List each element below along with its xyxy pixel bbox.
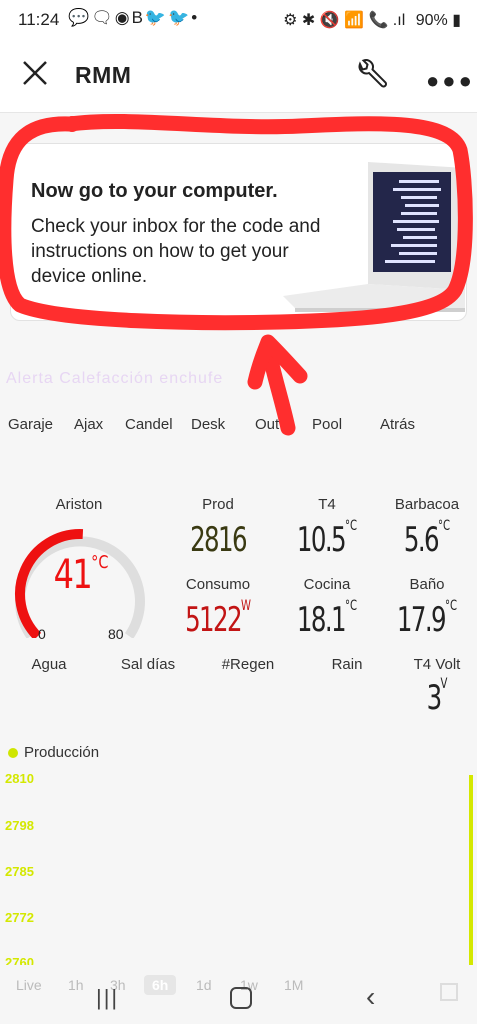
tab-ajax[interactable]: Ajax (74, 416, 103, 433)
tab-garaje[interactable]: Garaje (8, 416, 53, 433)
tile-sal-dias-label[interactable]: Sal días (93, 656, 203, 673)
status-time: 11:24 (18, 10, 60, 29)
tile-bano-value[interactable]: 17.9°C (383, 598, 471, 640)
system-status: ⚙ ✱ 🔇 📶 📞 .ıl 90% ▮ (283, 10, 461, 30)
y-tick-label: 2785 (5, 864, 34, 879)
tile-agua-label[interactable]: Agua (0, 656, 104, 673)
gauge-label: Ariston (55, 496, 103, 513)
gauge-value: 41°C (53, 552, 109, 598)
tile-t4-value[interactable]: 10.5°C (283, 518, 371, 560)
rotate-icon[interactable] (440, 983, 458, 1001)
close-icon[interactable] (20, 58, 50, 88)
tile-prod-label: Prod (202, 496, 234, 513)
tile-bano-label: Baño (409, 576, 445, 593)
onboarding-card: Now go to your computer. Check your inbo… (10, 143, 467, 321)
back-icon[interactable]: ‹ (366, 981, 375, 1013)
card-heading: Now go to your computer. (31, 180, 278, 202)
faded-alert-text: Alerta Calefacción enchufe (6, 370, 224, 387)
gauge-max: 80 (108, 626, 124, 642)
tab-candel[interactable]: Candel (125, 416, 173, 433)
tile-consumo-label: Consumo (185, 576, 251, 593)
legend-dot (8, 748, 18, 759)
tile-t4-label: T4 (318, 496, 336, 513)
production-series (469, 775, 473, 965)
tile-t4volt-value[interactable]: 3V (393, 676, 477, 718)
tab-desk[interactable]: Desk (191, 416, 225, 433)
battery-percent: 90% (415, 12, 448, 29)
tile-barbacoa-value[interactable]: 5.6°C (383, 518, 471, 560)
tile-cocina-label: Cocina (303, 576, 351, 593)
notification-icons: 💬🗨◉B🐦🐦• (68, 8, 200, 27)
tab-out[interactable]: Out (255, 416, 279, 433)
y-tick-label: 2760 (5, 955, 34, 965)
page-title: RMM (75, 62, 132, 88)
status-bar: 11:24 💬🗨◉B🐦🐦• ⚙ ✱ 🔇 📶 📞 .ıl 90% ▮ (0, 0, 477, 40)
tile-cocina-value[interactable]: 18.1°C (283, 598, 371, 640)
laptop-illustration (283, 162, 465, 312)
system-nav-bar: ||| ‹ (0, 975, 477, 1024)
tile-regen-label[interactable]: #Regen (193, 656, 303, 673)
chart-legend: Producción (8, 744, 99, 761)
gauge-min: 0 (38, 626, 46, 642)
tile-t4volt-label: T4 Volt (413, 656, 461, 673)
tile-prod-value[interactable]: 2816 (174, 520, 262, 560)
tab-pool[interactable]: Pool (312, 416, 342, 433)
recents-icon[interactable]: ||| (96, 985, 119, 1011)
legend-label: Producción (24, 744, 100, 761)
wrench-icon[interactable] (354, 56, 390, 92)
y-tick-label: 2798 (5, 818, 34, 833)
system-icons: ⚙ ✱ 🔇 📶 📞 .ıl (283, 12, 406, 29)
y-tick-label: 2810 (5, 771, 34, 786)
more-options-icon[interactable]: ●●● (426, 68, 475, 94)
battery-icon: ▮ (452, 12, 461, 29)
y-tick-label: 2772 (5, 910, 34, 925)
app-bar: RMM ●●● (0, 40, 477, 113)
tab-atras[interactable]: Atrás (380, 416, 415, 433)
tile-consumo-value[interactable]: 5122W (174, 598, 262, 640)
tile-barbacoa-label: Barbacoa (394, 496, 460, 513)
home-icon[interactable] (230, 987, 252, 1009)
room-tabs: Garaje Ajax Candel Desk Out Pool Atrás (0, 416, 477, 438)
